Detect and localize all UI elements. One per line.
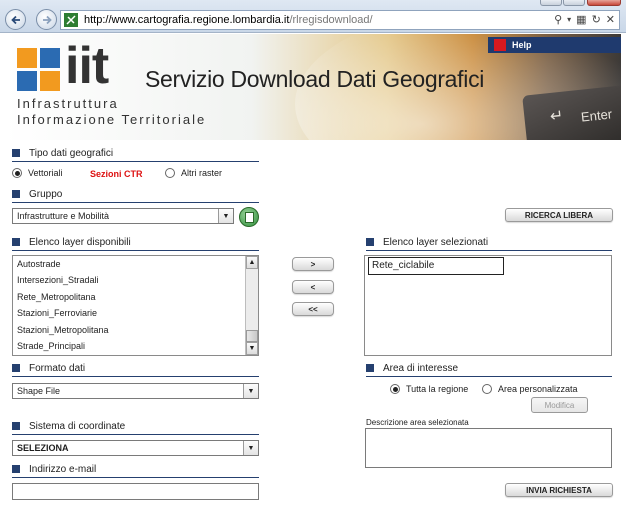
logo-subtitle: Infrastruttura Informazione Territoriale (17, 96, 207, 127)
radio-area-personalizzata[interactable]: Area personalizzata (482, 384, 578, 394)
email-header: Indirizzo e-mail (12, 462, 96, 476)
gruppo-header: Gruppo (12, 187, 62, 201)
radio-unselected-icon (482, 384, 492, 394)
radio-tutta-regione[interactable]: Tutta la regione (390, 384, 468, 394)
enter-key-label: Enter (580, 106, 613, 125)
layer-disponibili-header: Elenco layer disponibili (12, 235, 131, 249)
forward-arrow-icon (42, 15, 52, 24)
add-layer-button[interactable]: > (292, 257, 334, 271)
help-link[interactable]: Help (488, 37, 621, 53)
layer-selezionati-header: Elenco layer selezionati (366, 235, 488, 249)
sezioni-ctr-link[interactable]: Sezioni CTR (90, 169, 143, 179)
logo-wordmark: iit (65, 37, 109, 95)
coordinate-header: Sistema di coordinate (12, 419, 125, 433)
compatibility-icon[interactable]: ▦ (576, 13, 586, 26)
scroll-up-icon[interactable]: ▲ (246, 256, 258, 269)
email-field[interactable] (12, 483, 259, 500)
section-bullet-icon (12, 364, 20, 372)
chevron-down-icon: ▼ (243, 441, 258, 455)
browser-toolbar: http://www.cartografia.regione.lombardia… (0, 0, 626, 33)
available-layers-list[interactable]: Autostrade Intersezioni_Stradali Rete_Me… (12, 255, 259, 356)
divider (12, 376, 259, 377)
refresh-icon[interactable]: ↻ (592, 13, 601, 26)
address-bar[interactable]: http://www.cartografia.regione.lombardia… (60, 10, 620, 30)
radio-vettoriali[interactable]: Vettoriali (12, 168, 63, 178)
section-bullet-icon (12, 149, 20, 157)
forward-button[interactable] (36, 9, 57, 30)
page-title: Servizio Download Dati Geografici (145, 66, 485, 92)
scroll-down-icon[interactable]: ▼ (246, 342, 258, 355)
tipo-dati-header: Tipo dati geografici (12, 146, 113, 160)
search-icon[interactable]: ⚲ (554, 13, 562, 26)
divider (12, 434, 259, 435)
list-scrollbar[interactable]: ▲ ▼ (245, 256, 258, 355)
descrizione-area-field[interactable] (365, 428, 612, 468)
radio-altri-raster[interactable]: Altri raster (165, 168, 222, 178)
radio-unselected-icon (165, 168, 175, 178)
maximize-button[interactable] (563, 0, 585, 6)
chevron-down-icon: ▼ (218, 209, 233, 223)
gruppo-select[interactable]: Infrastrutture e Mobilità ▼ (12, 208, 234, 224)
selected-layer-item[interactable]: Rete_ciclabile (368, 257, 504, 275)
back-arrow-icon (10, 15, 20, 24)
radio-selected-icon (390, 384, 400, 394)
modifica-button[interactable]: Modifica (531, 397, 588, 413)
invia-richiesta-button[interactable]: INVIA RICHIESTA (505, 483, 613, 497)
iit-logo-icon (17, 48, 60, 91)
list-item[interactable]: Stazioni_Ferroviarie (13, 305, 258, 321)
formato-select[interactable]: Shape File ▼ (12, 383, 259, 399)
list-item[interactable]: Rete_Metropolitana (13, 289, 258, 305)
divider (12, 161, 259, 162)
list-item[interactable]: Autostrade (13, 256, 258, 272)
radio-selected-icon (12, 168, 22, 178)
minimize-button[interactable] (540, 0, 562, 6)
ricerca-libera-button[interactable]: RICERCA LIBERA (505, 208, 613, 222)
url-text: http://www.cartografia.regione.lombardia… (84, 14, 373, 26)
dropdown-chevron-icon[interactable]: ▾ (567, 15, 571, 24)
divider (366, 376, 612, 377)
formato-dati-header: Formato dati (12, 361, 85, 375)
enter-arrow-icon: ↵ (549, 107, 565, 126)
divider (12, 202, 259, 203)
close-window-button[interactable] (587, 0, 621, 6)
list-item[interactable]: Intersezioni_Stradali (13, 272, 258, 288)
back-button[interactable] (5, 9, 26, 30)
section-bullet-icon (12, 465, 20, 473)
list-item[interactable]: Strade_Principali (13, 338, 258, 354)
descrizione-area-label: Descrizione area selezionata (366, 418, 469, 427)
help-marker-icon (494, 39, 506, 51)
stop-icon[interactable]: ✕ (606, 13, 615, 26)
chevron-down-icon: ▼ (243, 384, 258, 398)
remove-all-layers-button[interactable]: << (292, 302, 334, 316)
list-item[interactable]: Stazioni_Metropolitana (13, 322, 258, 338)
header-banner: iit Infrastruttura Informazione Territor… (5, 34, 621, 140)
scroll-thumb[interactable] (246, 330, 258, 342)
section-bullet-icon (12, 238, 20, 246)
section-bullet-icon (366, 238, 374, 246)
coordinate-select[interactable]: SELEZIONA ▼ (12, 440, 259, 456)
section-bullet-icon (366, 364, 374, 372)
divider (12, 250, 259, 251)
export-icon[interactable] (239, 207, 259, 227)
section-bullet-icon (12, 190, 20, 198)
section-bullet-icon (12, 422, 20, 430)
site-favicon-icon (64, 13, 78, 27)
remove-layer-button[interactable]: < (292, 280, 334, 294)
divider (366, 250, 612, 251)
divider (12, 477, 259, 478)
area-interesse-header: Area di interesse (366, 361, 458, 375)
